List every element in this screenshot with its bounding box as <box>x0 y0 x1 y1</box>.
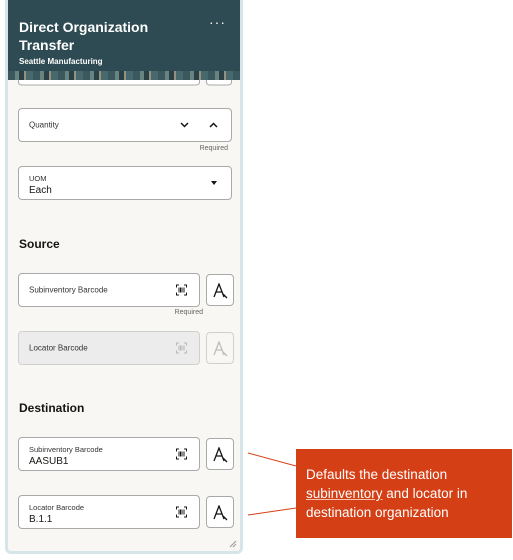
destination-heading: Destination <box>19 401 85 415</box>
barcode-scan-icon[interactable] <box>176 506 187 518</box>
source-subinventory-search-button[interactable] <box>206 274 234 306</box>
text-search-icon <box>213 505 228 521</box>
destination-locator-search-button[interactable] <box>206 496 234 528</box>
caret-down-icon <box>211 181 217 185</box>
header-decoration <box>8 71 240 80</box>
destination-subinventory-input[interactable]: Subinventory Barcode AASUB1 <box>18 437 200 471</box>
source-locator-input[interactable]: Locator Barcode <box>18 331 200 365</box>
more-options-icon[interactable]: ··· <box>209 14 226 30</box>
source-locator-search-button[interactable] <box>206 332 234 364</box>
mobile-screen: Direct Organization Transfer Seattle Man… <box>5 0 243 554</box>
barcode-scan-icon <box>176 342 187 354</box>
text-search-icon <box>213 283 228 299</box>
barcode-scan-icon[interactable] <box>176 284 187 296</box>
source-subinventory-input[interactable]: Subinventory Barcode <box>18 273 200 307</box>
destination-subinventory-value: AASUB1 <box>29 456 69 467</box>
barcode-scan-icon[interactable] <box>176 448 187 460</box>
chevron-up-icon[interactable] <box>209 122 218 128</box>
source-locator-label: Locator Barcode <box>29 343 88 353</box>
uom-value: Each <box>29 185 52 196</box>
page-header: Direct Organization Transfer Seattle Man… <box>8 0 240 80</box>
callout-text-start: Defaults the destination <box>306 467 448 482</box>
destination-locator-label: Locator Barcode <box>29 503 85 512</box>
callout-text-underlined: subinventory <box>306 486 383 501</box>
quantity-required-hint: Required <box>199 145 228 152</box>
page-title: Direct Organization Transfer <box>19 19 149 53</box>
destination-subinventory-search-button[interactable] <box>206 438 234 470</box>
annotation-callout: Defaults the destination subinventory an… <box>296 449 512 538</box>
quantity-label: Quantity <box>29 120 59 130</box>
source-heading: Source <box>19 237 60 251</box>
source-subinventory-label: Subinventory Barcode <box>29 285 108 295</box>
organization-name: Seattle Manufacturing <box>19 57 103 66</box>
destination-locator-value: B.1.1 <box>29 514 53 525</box>
chevron-down-icon[interactable] <box>180 122 189 128</box>
destination-locator-input[interactable]: Locator Barcode B.1.1 <box>18 495 200 529</box>
source-subinventory-required-hint: Required <box>174 309 203 316</box>
resize-grip-icon[interactable] <box>229 540 237 548</box>
quantity-stepper[interactable]: Quantity <box>18 108 232 142</box>
scrolled-field-edge <box>18 80 232 86</box>
text-search-icon <box>213 341 228 357</box>
destination-subinventory-label: Subinventory Barcode <box>29 445 103 454</box>
uom-select[interactable]: UOM Each <box>18 166 232 200</box>
uom-label: UOM <box>29 174 47 183</box>
text-search-icon <box>213 447 228 463</box>
